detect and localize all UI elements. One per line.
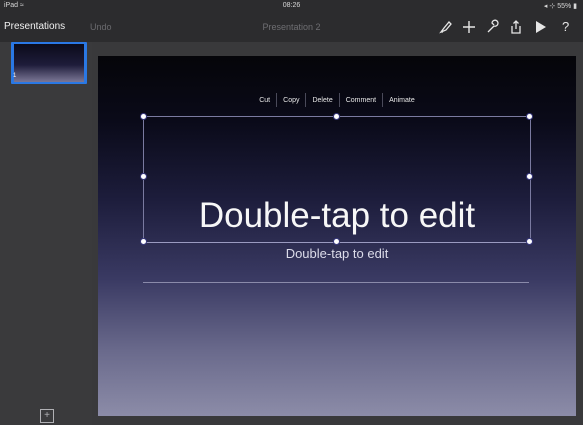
resize-handle-right[interactable]	[526, 173, 533, 180]
clock: 08:26	[282, 2, 301, 9]
resize-handle-bottom-right[interactable]	[526, 238, 533, 245]
add-slide-button[interactable]: +	[40, 409, 54, 423]
animate-menu-item[interactable]: Animate	[383, 97, 421, 104]
plus-icon[interactable]	[461, 19, 477, 35]
resize-handle-top-left[interactable]	[140, 113, 147, 120]
subtitle-box-border	[143, 282, 529, 283]
subtitle-placeholder[interactable]: Double-tap to edit	[98, 246, 576, 261]
battery-indicator: ◂ ⊹ 55% ▮	[543, 3, 577, 10]
title-placeholder[interactable]: Double-tap to edit	[98, 196, 576, 236]
toolbar: Presentations Undo Presentation 2 ?	[0, 12, 583, 42]
resize-handle-left[interactable]	[140, 173, 147, 180]
help-icon[interactable]: ?	[562, 19, 578, 35]
slide-canvas-area: Cut Copy Delete Comment Animate Double-tap t…	[92, 42, 583, 425]
slide-number: 1	[13, 73, 17, 79]
status-bar: iPad ≈ 08:26 ◂ ⊹ 55% ▮	[0, 0, 583, 12]
edit-menu: Cut Copy Delete Comment Animate	[98, 93, 576, 107]
slide-canvas[interactable]: Cut Copy Delete Comment Animate Double-tap t…	[98, 56, 576, 416]
resize-handle-top-right[interactable]	[526, 113, 533, 120]
slide-thumbnail-1[interactable]	[14, 44, 84, 82]
wrench-icon[interactable]	[484, 19, 500, 35]
slide-thumbnail-selected[interactable]: 1	[11, 42, 87, 84]
copy-menu-item[interactable]: Copy	[277, 97, 305, 104]
resize-handle-bottom-left[interactable]	[140, 238, 147, 245]
comment-menu-item[interactable]: Comment	[340, 97, 382, 104]
paintbrush-icon[interactable]	[438, 19, 454, 35]
resize-handle-top[interactable]	[333, 113, 340, 120]
delete-menu-item[interactable]: Delete	[306, 97, 338, 104]
slide-navigator: 1 +	[0, 42, 92, 425]
play-icon[interactable]	[532, 19, 548, 35]
resize-handle-bottom[interactable]	[333, 238, 340, 245]
cut-menu-item[interactable]: Cut	[253, 97, 276, 104]
share-icon[interactable]	[508, 19, 524, 35]
